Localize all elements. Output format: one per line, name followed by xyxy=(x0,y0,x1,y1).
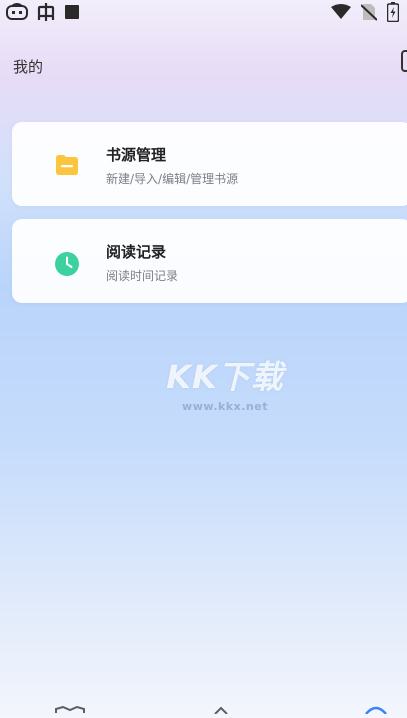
book-source-management-title: 书源管理 xyxy=(106,146,167,164)
bookshelf-icon[interactable] xyxy=(55,699,85,718)
watermark-logo: KK下载 xyxy=(166,358,284,396)
folder-icon xyxy=(54,154,80,180)
settings-edge-icon[interactable] xyxy=(401,50,407,72)
bug-icon xyxy=(36,2,56,26)
watermark-url: www.kkx.net xyxy=(182,400,268,413)
clock-icon xyxy=(54,251,80,281)
page-title: 我的 xyxy=(13,58,44,76)
explore-icon[interactable] xyxy=(211,699,231,718)
watermark: KK下载 www.kkx.net xyxy=(150,352,300,413)
status-bar xyxy=(0,0,407,26)
book-source-management-item[interactable]: 书源管理 新建/导入/编辑/管理书源 xyxy=(12,122,407,206)
battery-charging-icon xyxy=(386,2,400,26)
no-sim-icon xyxy=(360,3,378,25)
bottom-nav xyxy=(0,704,407,718)
app-notification-icon xyxy=(6,3,28,25)
reading-record-item[interactable]: 阅读记录 阅读时间记录 xyxy=(12,219,407,303)
reading-record-subtitle: 阅读时间记录 xyxy=(106,269,179,283)
profile-icon[interactable] xyxy=(364,699,388,718)
reading-record-title: 阅读记录 xyxy=(106,243,167,261)
square-icon xyxy=(64,4,80,24)
wifi-icon xyxy=(331,4,351,24)
book-source-management-subtitle: 新建/导入/编辑/管理书源 xyxy=(106,172,239,186)
